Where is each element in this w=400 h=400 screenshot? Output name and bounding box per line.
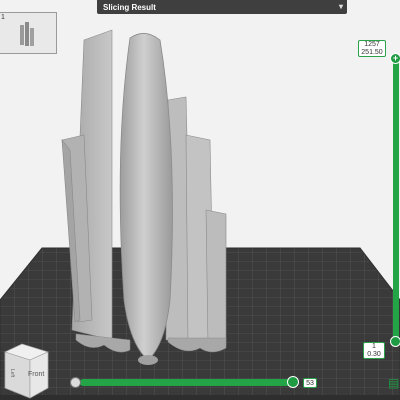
slicing-result-bar[interactable]: Slicing Result ▾: [97, 0, 347, 14]
bottom-layer-number: 1: [372, 343, 376, 350]
layer-top-readout: 1257 251.50: [358, 40, 386, 57]
double-chevron-down-icon[interactable]: ▾: [339, 3, 343, 11]
slicing-result-title: Slicing Result: [103, 2, 156, 12]
bottom-layer-height: 0.30: [367, 351, 381, 358]
thumbnail-model-icon: [20, 22, 34, 46]
3d-viewport[interactable]: [0, 0, 400, 400]
view-cube-left-label: Left: [9, 368, 16, 378]
move-slider-value: 53: [303, 378, 317, 388]
top-layer-height: 251.50: [361, 49, 383, 56]
view-cube-front-label: Front: [28, 371, 45, 378]
move-slider-end-handle[interactable]: [287, 376, 299, 388]
layers-icon[interactable]: ▤: [388, 377, 400, 389]
plate-number: 1: [1, 14, 5, 21]
scene: [0, 0, 400, 400]
layer-bottom-readout: 1 0.30: [363, 342, 385, 359]
move-slider-track[interactable]: [80, 379, 294, 386]
plate-thumbnail[interactable]: 1: [0, 12, 57, 54]
top-layer-number: 1257: [364, 41, 380, 48]
move-slider-start-handle[interactable]: [70, 377, 81, 388]
layer-slider-top-handle[interactable]: +: [390, 53, 400, 64]
layer-slider-track[interactable]: [393, 58, 399, 342]
layer-slider-bottom-handle[interactable]: [390, 336, 400, 347]
